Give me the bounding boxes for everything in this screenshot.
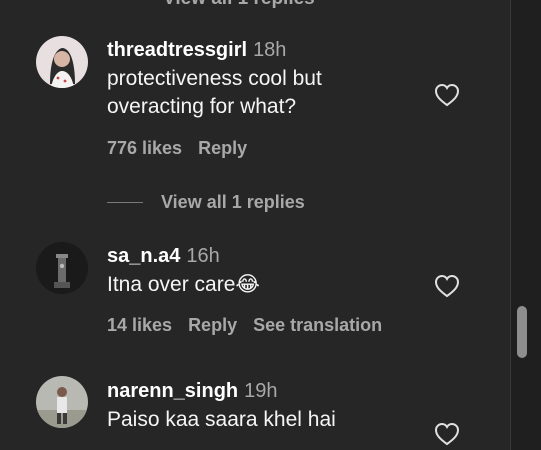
timestamp: 18h	[253, 39, 287, 61]
reply-button[interactable]: Reply	[198, 138, 247, 158]
see-translation-button[interactable]: See translation	[253, 315, 382, 335]
username[interactable]: threadtressgirl	[107, 39, 247, 61]
timestamp: 16h	[186, 245, 220, 267]
avatar[interactable]	[36, 376, 88, 428]
comment-actions: 776 likes Reply	[107, 138, 263, 159]
comment-header: sa_n.a4 16h	[107, 244, 430, 268]
comment-text: Paiso kaa saara khel hai	[107, 408, 336, 431]
reply-button[interactable]: Reply	[188, 315, 237, 335]
scrollbar-thumb[interactable]	[517, 306, 527, 358]
avatar[interactable]	[36, 36, 88, 88]
comment-header: threadtressgirl 18h	[107, 38, 430, 62]
comments-panel: View all 1 replies threadtressgirl 18h pr…	[0, 0, 541, 450]
comment-actions: 14 likes Reply See translation	[107, 315, 398, 336]
view-replies[interactable]: View all 1 replies	[107, 190, 305, 214]
view-replies-partial[interactable]: View all 1 replies	[163, 0, 315, 10]
scrollbar-track[interactable]	[510, 0, 541, 450]
heart-outline-icon[interactable]	[434, 422, 460, 446]
comment-text: protectiveness cool but	[107, 67, 322, 90]
likes-count[interactable]: 776 likes	[107, 138, 182, 158]
heart-outline-icon[interactable]	[434, 274, 460, 298]
likes-count[interactable]: 14 likes	[107, 315, 172, 335]
username[interactable]: sa_n.a4	[107, 245, 180, 267]
username[interactable]: narenn_singh	[107, 380, 238, 402]
view-replies-label[interactable]: View all 1 replies	[161, 192, 305, 213]
divider	[107, 201, 143, 203]
heart-outline-icon[interactable]	[434, 83, 460, 107]
comment-header: narenn_singh 19h	[107, 379, 430, 403]
timestamp: 19h	[244, 380, 278, 402]
comment-text-continued: overacting for what?	[107, 95, 297, 118]
comment-text: Itna over care😂	[107, 273, 260, 296]
avatar[interactable]	[36, 242, 88, 294]
